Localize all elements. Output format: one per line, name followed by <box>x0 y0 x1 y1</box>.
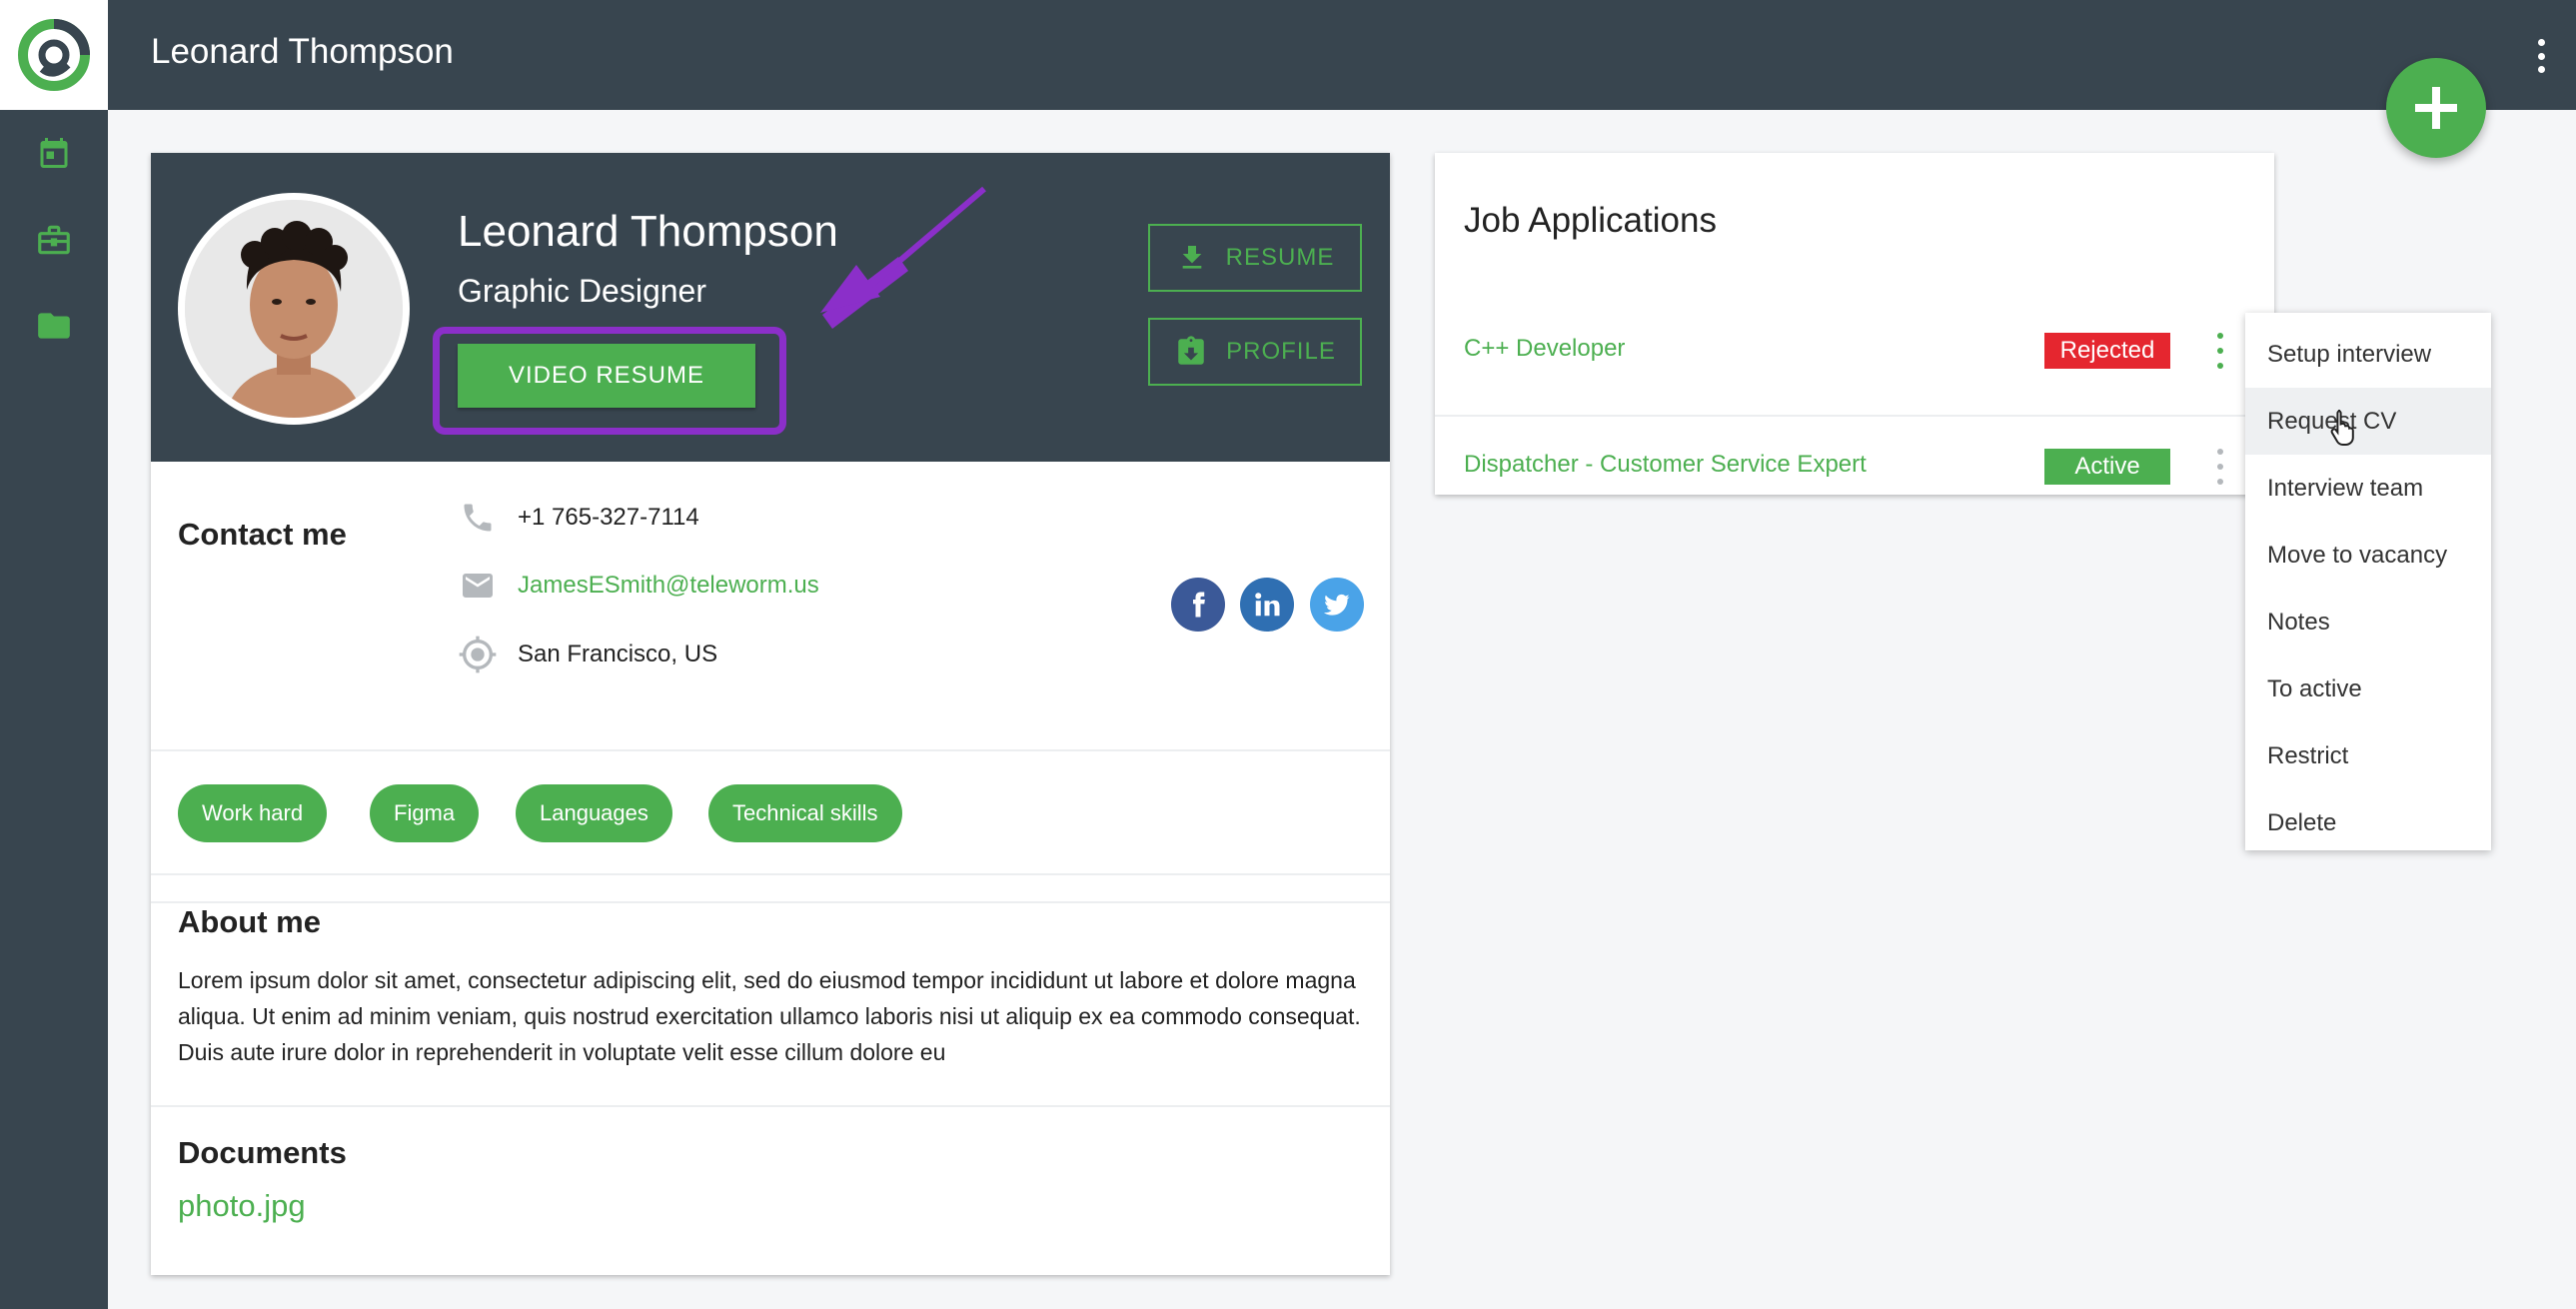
mail-icon <box>458 566 498 606</box>
status-badge: Rejected <box>2044 333 2170 369</box>
menu-item-notes[interactable]: Notes <box>2245 589 2491 655</box>
email-link[interactable]: JamesESmith@teleworm.us <box>518 572 819 600</box>
tag-work-hard[interactable]: Work hard <box>178 784 328 842</box>
status-badge: Active <box>2044 449 2170 485</box>
phone-number: +1 765-327-7114 <box>518 504 699 531</box>
add-button[interactable] <box>2386 58 2486 158</box>
menu-item-interview-team[interactable]: Interview team <box>2245 455 2491 522</box>
location-row: San Francisco, US <box>458 633 717 676</box>
twitter-icon[interactable] <box>1310 578 1364 632</box>
menu-item-delete[interactable]: Delete <box>2245 789 2491 856</box>
divider <box>151 873 1390 875</box>
jobs-title: Job Applications <box>1464 201 1717 240</box>
job-title-link[interactable]: C++ Developer <box>1464 335 1625 363</box>
logo-icon <box>18 19 90 91</box>
location-icon <box>458 635 498 674</box>
menu-item-to-active[interactable]: To active <box>2245 655 2491 722</box>
page-title: Leonard Thompson <box>151 32 454 71</box>
job-applications-card: Job Applications C++ Developer Rejected … <box>1435 153 2274 495</box>
calendar-icon[interactable] <box>32 131 76 175</box>
logo[interactable] <box>0 0 108 110</box>
menu-item-restrict[interactable]: Restrict <box>2245 722 2491 789</box>
documents-title: Documents <box>178 1135 347 1170</box>
phone-row: +1 765-327-7114 <box>458 496 699 540</box>
job-title-link[interactable]: Dispatcher - Customer Service Expert <box>1464 451 1867 479</box>
job-row: C++ Developer Rejected <box>1435 301 2274 417</box>
phone-icon <box>458 498 498 538</box>
sidebar <box>0 0 108 1309</box>
more-vert-icon[interactable] <box>2210 333 2230 369</box>
tag-technical-skills[interactable]: Technical skills <box>708 784 902 842</box>
facebook-icon[interactable] <box>1171 578 1225 632</box>
more-vert-icon[interactable] <box>2210 449 2230 485</box>
document-link[interactable]: photo.jpg <box>178 1188 306 1224</box>
more-vert-icon[interactable] <box>2526 33 2556 79</box>
linkedin-icon[interactable] <box>1240 578 1294 632</box>
tag-languages[interactable]: Languages <box>516 784 672 842</box>
hand-cursor-icon <box>2330 410 2354 446</box>
menu-item-request-cv[interactable]: Request CV <box>2245 388 2491 455</box>
topbar: Leonard Thompson <box>108 0 2576 110</box>
briefcase-icon[interactable] <box>32 218 76 262</box>
about-text: Lorem ipsum dolor sit amet, consectetur … <box>178 967 1361 1065</box>
folder-icon[interactable] <box>32 304 76 348</box>
job-actions-menu: Setup interview Request CV Interview tea… <box>2245 313 2491 850</box>
tag-figma[interactable]: Figma <box>370 784 480 842</box>
plus-icon <box>2415 87 2457 129</box>
divider <box>151 1105 1390 1107</box>
job-row: Dispatcher - Customer Service Expert Act… <box>1435 417 2274 533</box>
location-text: San Francisco, US <box>518 641 718 667</box>
menu-item-setup-interview[interactable]: Setup interview <box>2245 321 2491 388</box>
email-row: JamesESmith@teleworm.us <box>458 564 819 608</box>
about-title: About me <box>178 904 321 939</box>
contact-title: Contact me <box>178 517 347 552</box>
menu-item-move-to-vacancy[interactable]: Move to vacancy <box>2245 522 2491 589</box>
divider <box>151 749 1390 751</box>
